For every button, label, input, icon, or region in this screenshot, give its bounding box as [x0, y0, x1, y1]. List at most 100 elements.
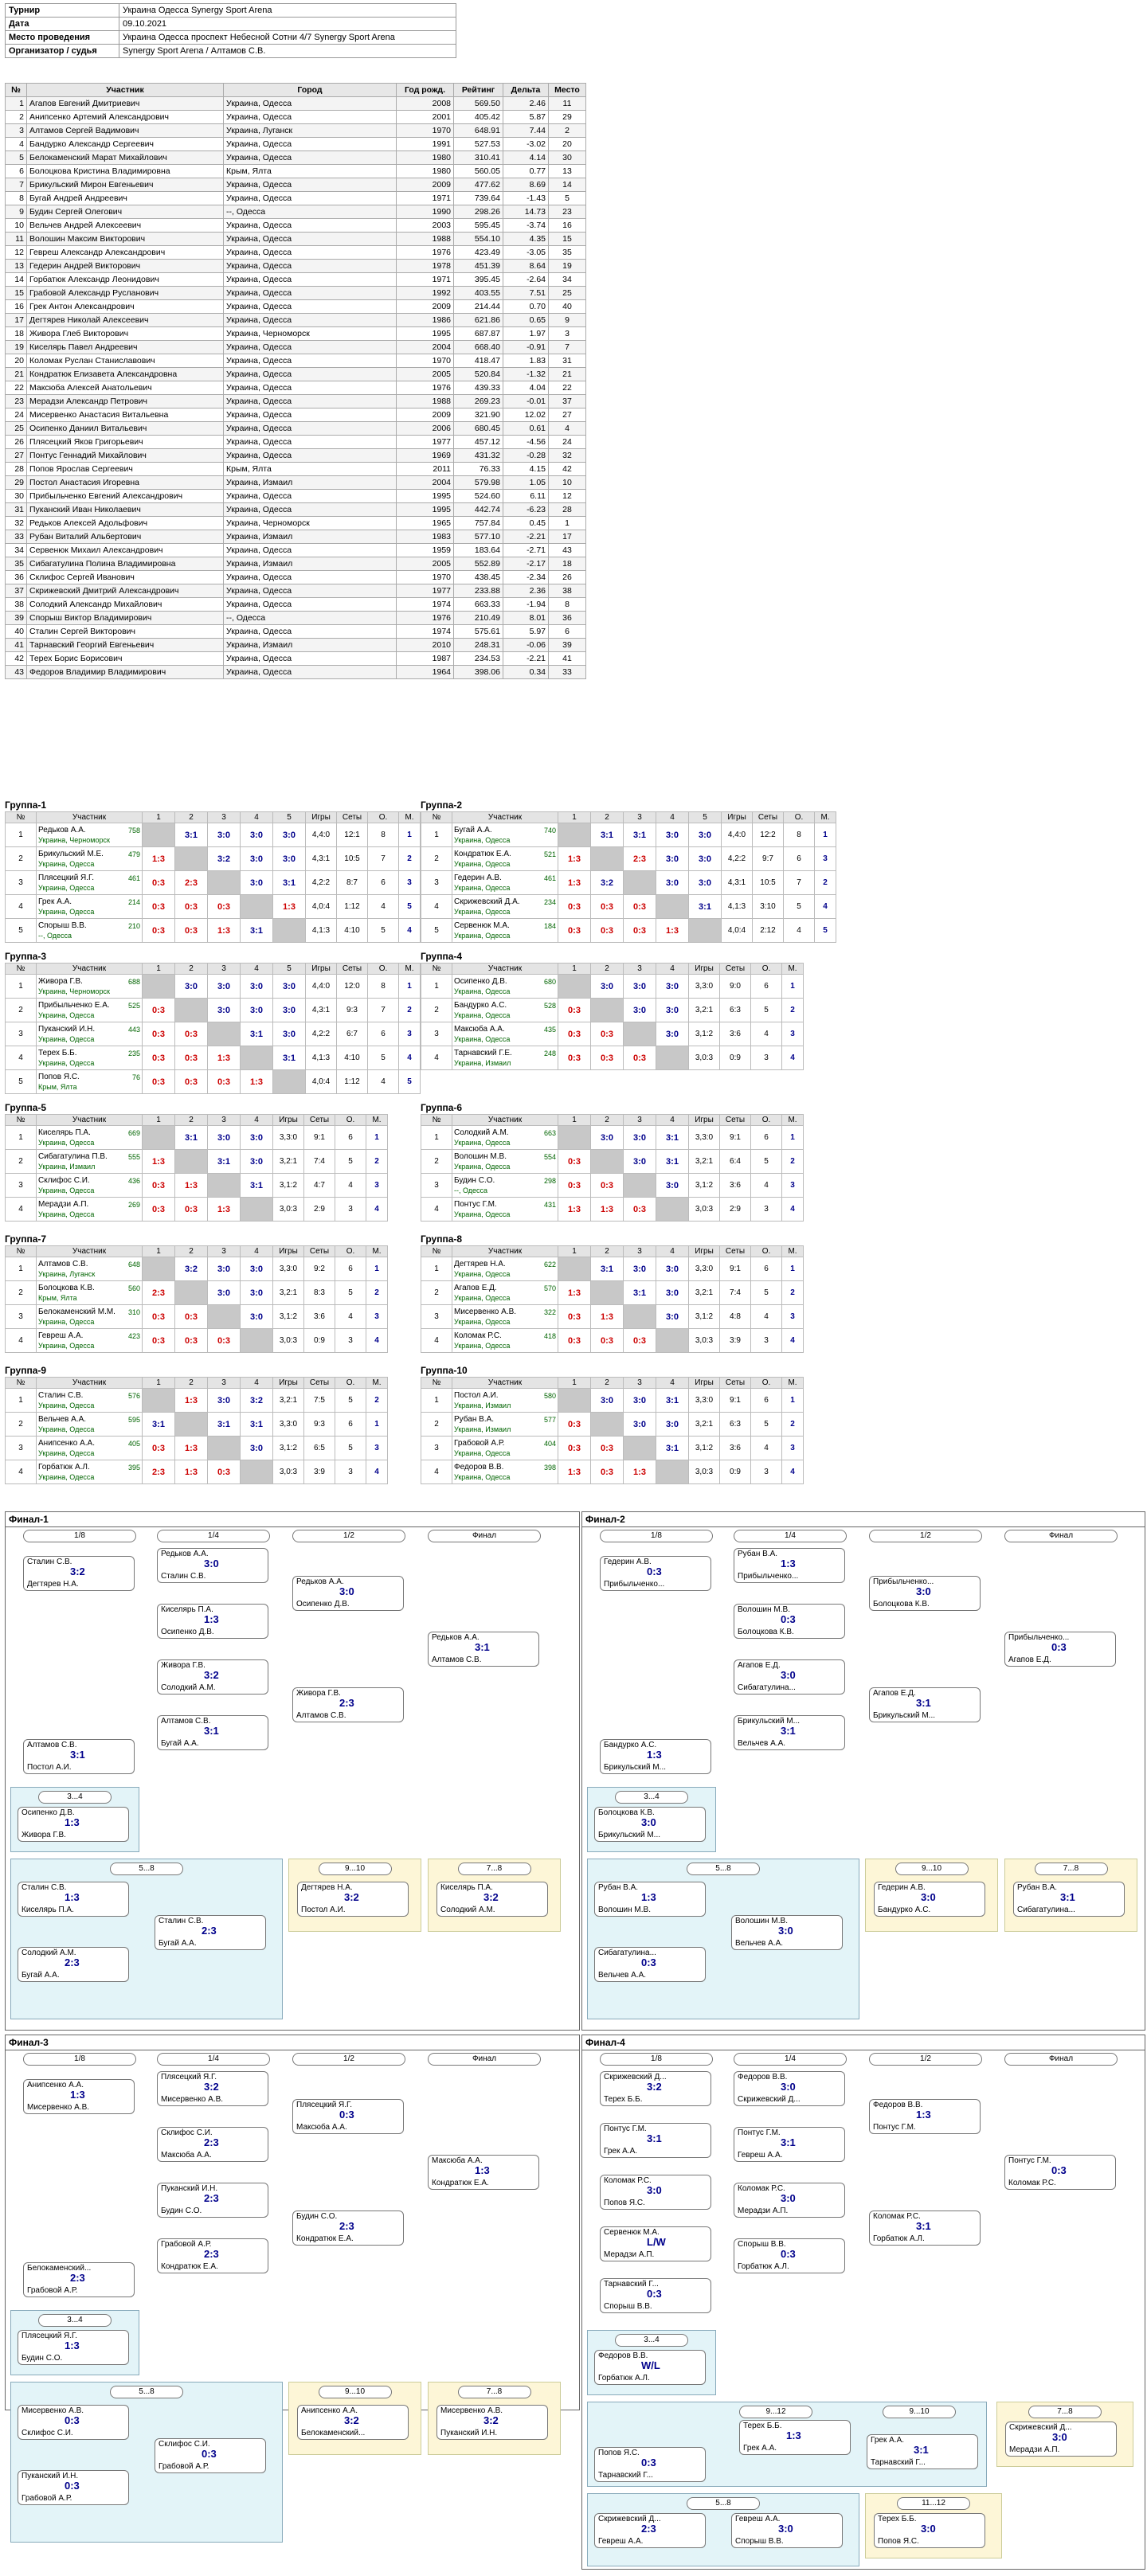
participant-cell: 4.04 [503, 381, 549, 395]
participant-cell: 16 [548, 218, 586, 233]
match-score: 3:1 [207, 1149, 241, 1174]
round-of-16-match: Сталин С.В. 3:2 Дегтярев Н.А. [23, 1556, 135, 1591]
points: 4 [750, 1436, 782, 1460]
group-col-header: Сеты [719, 963, 751, 975]
place: 5 [398, 1069, 421, 1094]
match-score: 1:3 [558, 1197, 591, 1222]
sets: 8:7 [336, 870, 368, 895]
match-score: 2:3 [204, 2136, 219, 2148]
participant-name: Бандурко А.С. [454, 1000, 507, 1010]
group-row-number: 5 [5, 1069, 37, 1094]
player-2: Мисервенко А.В. [27, 2103, 90, 2112]
player-2: Грек А.А. [743, 2444, 777, 2453]
fifth-place-match: Солодкий А.М. 2:3 Бугай А.А. [18, 1947, 129, 1982]
participant-club: Украина, Измаил [454, 1058, 511, 1067]
place: 4 [366, 1328, 388, 1353]
participant-cell: 26 [548, 570, 586, 584]
place: 4 [781, 1197, 804, 1222]
participant-cell: 5 [548, 191, 586, 205]
match-score: 0:3 [142, 1197, 175, 1222]
group-participant: 398 Федоров В.В. Украина, Одесса [452, 1460, 558, 1484]
match-score [623, 870, 656, 895]
match-score: 0:3 [558, 998, 591, 1022]
round-of-16-match: Белокаменский... 2:3 Грабовой А.Р. [23, 2262, 135, 2297]
sets: 7:5 [303, 1388, 335, 1413]
participant-cell: Украина, Одесса [223, 448, 397, 463]
participant-cell: 43 [5, 665, 27, 679]
group-col-header: № [5, 963, 37, 975]
participant-cell: 6 [5, 164, 27, 178]
match-score: 3:0 [240, 823, 273, 847]
participant-cell: 29 [5, 475, 27, 490]
participant-cell: Украина, Одесса [223, 286, 397, 300]
player-2: Грабовой А.Р. [22, 2494, 72, 2503]
participant-cell: Украина, Одесса [223, 435, 397, 449]
participant-cell: 4 [548, 421, 586, 436]
group-row: 3 322 Мисервенко А.В. Украина, Одесса 0:3 1:3… [421, 1304, 804, 1329]
participant-cell: 6.11 [503, 489, 549, 503]
group-row-number: 4 [421, 894, 452, 919]
group-row: 1 680 Осипенко Д.В. Украина, Одесса 3:0 3:0 3:… [421, 974, 804, 999]
match-score: 1:3 [647, 1749, 662, 1761]
games: 4,1:3 [305, 1046, 337, 1070]
participant-rating: 648 [127, 1260, 140, 1268]
group-col-header: 2 [174, 1245, 208, 1257]
group-participant: 395 Горбатюк А.Л. Украина, Одесса [36, 1460, 143, 1484]
table-row: 16 Грек Антон Александрович Украина, Одесс… [5, 299, 586, 314]
participant-cell: 560.05 [453, 164, 503, 178]
participant-cell: Украина, Одесса [223, 381, 397, 395]
match-score [142, 823, 175, 847]
points: 4 [335, 1304, 366, 1329]
sets: 9:1 [719, 1388, 751, 1413]
participant-cell: 9 [548, 313, 586, 327]
participant-club: Украина, Одесса [454, 1293, 511, 1302]
group-row-number: 3 [421, 1304, 452, 1329]
group-row-number: 4 [421, 1046, 452, 1070]
group-participant: 663 Солодкий А.М. Украина, Одесса [452, 1125, 558, 1150]
match-score: 3:0 [1052, 2431, 1067, 2443]
match-score: 3:0 [623, 1125, 656, 1150]
group-col-header: Игры [272, 1245, 304, 1257]
player-2: Живора Г.В. [22, 1831, 66, 1839]
participant-rating: 525 [127, 1001, 140, 1010]
participant-club: Украина, Одесса [454, 859, 511, 868]
participant-cell: 1976 [396, 245, 454, 260]
stage-header: 1/8 [600, 1530, 713, 1542]
points: 5 [750, 998, 782, 1022]
final-match: Редьков А.А. 3:1 Алтамов С.В. [428, 1632, 539, 1667]
match-score: 3:2 [174, 1257, 208, 1281]
group-col-header: Сеты [719, 1245, 751, 1257]
participant-cell: Склифос Сергей Иванович [26, 570, 224, 584]
points: 5 [750, 1412, 782, 1437]
match-score: 1:3 [475, 2164, 490, 2176]
table-row: 8 Бугай Андрей Андреевич Украина, Одесса 19… [5, 191, 586, 205]
group-col-header: О. [750, 1377, 782, 1389]
player-2: Горбатюк А.Л. [873, 2234, 925, 2243]
match-score: 1:3 [558, 1280, 591, 1305]
group-col-header: М. [366, 1114, 388, 1126]
participant-name: Будин С.О. [454, 1175, 495, 1185]
participant-rating: 235 [127, 1049, 140, 1057]
match-score [590, 1412, 624, 1437]
match-score: 3:0 [207, 1257, 241, 1281]
participant-cell: Украина, Одесса [223, 408, 397, 422]
games: 3,1:2 [688, 1022, 720, 1046]
stage-header: Финал [428, 2053, 541, 2066]
sets: 3:6 [719, 1436, 751, 1460]
player-2: Брикульский М... [604, 1763, 667, 1772]
participant-cell: 42 [5, 651, 27, 666]
participant-cell: 34 [548, 272, 586, 287]
games: 4,4:0 [721, 823, 753, 847]
group-col-header: О. [750, 963, 782, 975]
table-row: 1 Агапов Евгений Дмитриевич Украина, Одесс… [5, 96, 586, 111]
match-score [240, 1046, 273, 1070]
participant-cell: 3 [5, 123, 27, 138]
participant-cell: 12 [5, 245, 27, 260]
player-2: Кондратюк Е.А. [432, 2179, 489, 2187]
participant-cell: Дегтярев Николай Алексеевич [26, 313, 224, 327]
final-title: Финал-4 [582, 2035, 1145, 2050]
participant-cell: 19 [5, 340, 27, 354]
points: 4 [750, 1022, 782, 1046]
group-col-header: № [421, 1245, 452, 1257]
table-row: 32 Редьков Алексей Адольфович Украина, Чер… [5, 516, 586, 530]
